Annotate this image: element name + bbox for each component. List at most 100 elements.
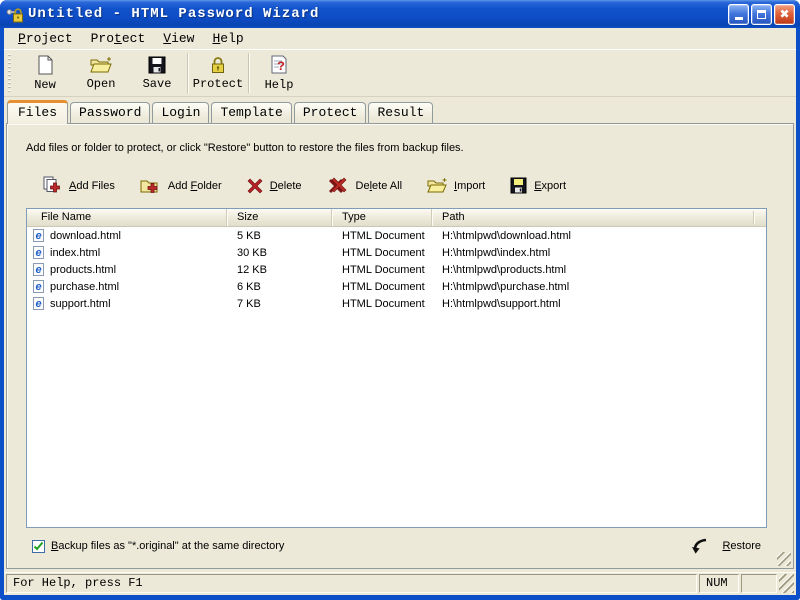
instruction-text: Add files or folder to protect, or click… [26,142,775,154]
file-type: HTML Document [332,264,432,276]
svg-text:e: e [35,298,41,310]
toolbar-gripper[interactable] [8,54,11,92]
help-page-icon: ? [270,55,288,75]
restore-button[interactable]: Restore [691,538,761,554]
protect-label: Protect [193,77,243,91]
menu-view[interactable]: View [154,30,203,48]
checkbox-check-icon [32,540,45,553]
import-button[interactable]: Import [427,178,485,194]
panel-resize-grip[interactable] [777,552,791,566]
tab-files[interactable]: Files [7,100,68,124]
open-folder-icon [90,56,112,74]
new-document-icon [36,55,54,75]
html-file-icon: e [32,297,45,310]
tab-password[interactable]: Password [70,102,150,123]
files-list[interactable]: File Name Size Type Path e download.html … [26,208,767,528]
restore-arrow-icon [691,538,708,554]
file-path: H:\htmlpwd\support.html [432,298,766,310]
table-row[interactable]: epurchase.html 6 KB HTML Document H:\htm… [27,278,766,295]
delete-all-x-icon [327,177,349,194]
file-path: H:\htmlpwd\products.html [432,264,766,276]
menu-project[interactable]: Project [9,30,82,48]
export-floppy-icon [510,177,527,194]
add-files-icon [43,176,62,195]
file-type: HTML Document [332,230,432,242]
column-header-path[interactable]: Path [432,209,766,226]
file-path: H:\htmlpwd\index.html [432,247,766,259]
add-folder-label: Add Folder [168,180,222,192]
table-row[interactable]: e download.html 5 KB HTML Document H:\htm… [27,227,766,244]
table-row[interactable]: e products.html 12 KB HTML Document H:\ht… [27,261,766,278]
file-type: HTML Document [332,298,432,310]
menu-protect[interactable]: Protect [82,30,155,48]
file-path: H:\htmlpwd\purchase.html [432,281,766,293]
export-button[interactable]: Export [510,177,566,194]
add-folder-button[interactable]: Add Folder [140,177,222,195]
svg-text:e: e [35,281,41,293]
delete-all-label: Delete All [356,180,402,192]
import-folder-icon [427,178,447,194]
tab-protect[interactable]: Protect [294,102,367,123]
app-lock-key-icon [6,6,23,23]
table-row[interactable]: eindex.html 30 KB HTML Document H:\htmlp… [27,244,766,261]
tab-login[interactable]: Login [152,102,209,123]
column-end-separator [753,211,754,224]
open-label: Open [87,77,116,91]
help-label: Help [265,78,294,92]
file-name: purchase.html [50,281,119,293]
add-folder-icon [140,177,161,195]
minimize-button[interactable] [728,4,749,25]
add-files-button[interactable]: Add Files [43,176,115,195]
help-button[interactable]: ? Help [251,52,307,94]
window-title: Untitled - HTML Password Wizard [28,6,319,22]
column-header-size[interactable]: Size [227,209,332,226]
padlock-icon [209,55,227,74]
file-name: download.html [50,230,121,242]
close-button[interactable]: ✖ [774,4,795,25]
minimize-icon [735,17,743,20]
num-lock-indicator: NUM [699,574,739,593]
table-row[interactable]: e support.html 7 KB HTML Document H:\html… [27,295,766,312]
backup-checkbox[interactable]: Backup files as "*.original" at the same… [32,540,284,553]
tab-template[interactable]: Template [211,102,291,123]
html-file-icon: e [32,229,45,242]
file-path: H:\htmlpwd\download.html [432,230,766,242]
save-floppy-icon [148,56,166,74]
html-file-icon: e [32,280,45,293]
window-resize-grip[interactable] [779,574,794,593]
file-size: 7 KB [227,298,332,310]
file-type: HTML Document [332,247,432,259]
files-list-header: File Name Size Type Path [27,209,766,227]
file-name: index.html [50,247,100,259]
svg-text:e: e [35,264,41,276]
menu-bar: Project Protect View Help [4,28,796,49]
maximize-button[interactable] [751,4,772,25]
menu-help[interactable]: Help [203,30,252,48]
save-button[interactable]: Save [129,52,185,94]
toolbar: New Open [4,49,796,97]
file-size: 5 KB [227,230,332,242]
file-name: products.html [50,264,116,276]
new-button[interactable]: New [17,52,73,94]
import-label: Import [454,180,485,192]
delete-all-button[interactable]: Delete All [327,177,402,194]
protect-button[interactable]: Protect [190,52,246,94]
file-name: support.html [50,298,111,310]
delete-button[interactable]: Delete [247,178,302,194]
close-icon: ✖ [779,8,789,20]
svg-text:?: ? [277,59,285,74]
status-bar: For Help, press F1 NUM [4,572,796,595]
html-file-icon: e [32,246,45,259]
maximize-icon [757,10,766,19]
open-button[interactable]: Open [73,52,129,94]
column-header-type[interactable]: Type [332,209,432,226]
title-bar[interactable]: Untitled - HTML Password Wizard ✖ [0,0,800,28]
status-message: For Help, press F1 [6,574,697,593]
file-size: 12 KB [227,264,332,276]
backup-checkbox-label: Backup files as "*.original" at the same… [51,540,284,552]
tab-result[interactable]: Result [368,102,433,123]
file-actions-row: Add Files Add Folder [43,176,793,195]
delete-x-icon [247,178,263,194]
new-label: New [34,78,56,92]
column-header-filename[interactable]: File Name [27,209,227,226]
